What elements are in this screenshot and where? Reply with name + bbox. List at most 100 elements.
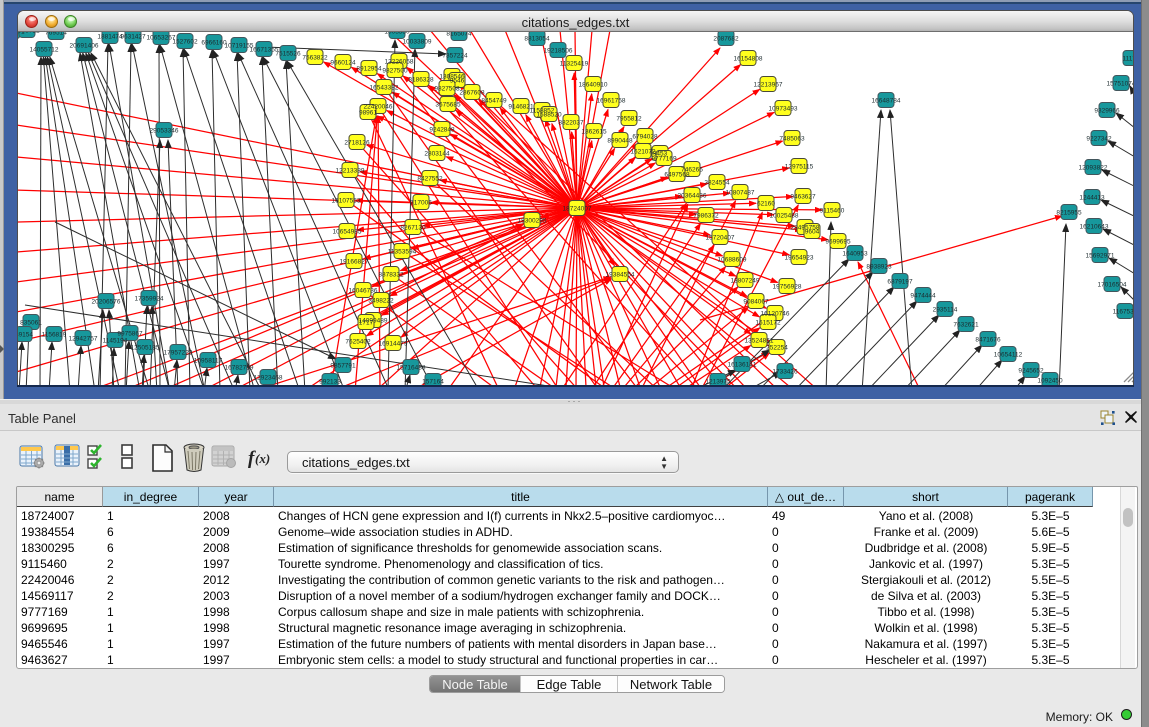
- svg-text:14055712: 14055712: [30, 47, 59, 54]
- svg-text:9242848: 9242848: [429, 127, 455, 134]
- svg-text:13524861: 13524861: [745, 338, 774, 345]
- svg-text:1003380: 1003380: [384, 32, 410, 36]
- svg-text:7563822: 7563822: [302, 55, 328, 62]
- svg-text:10807487: 10807487: [726, 190, 755, 197]
- svg-text:9827500: 9827500: [382, 68, 408, 75]
- svg-text:252254: 252254: [766, 345, 788, 352]
- svg-text:8912954: 8912954: [356, 66, 382, 73]
- svg-text:19166827: 19166827: [340, 259, 369, 266]
- svg-text:1167533: 1167533: [1113, 309, 1133, 316]
- svg-text:9604: 9604: [805, 229, 820, 236]
- svg-text:10654985: 10654985: [333, 229, 362, 236]
- svg-text:3498222: 3498222: [368, 298, 394, 305]
- svg-text:1527602: 1527602: [172, 39, 198, 46]
- svg-text:16648784: 16648784: [872, 98, 901, 105]
- svg-text:835061: 835061: [20, 320, 42, 327]
- svg-text:1733426: 1733426: [772, 369, 798, 376]
- svg-text:9329966: 9329966: [1094, 108, 1120, 115]
- svg-text:(x): (x): [255, 451, 270, 466]
- svg-text:9227342: 9227342: [1086, 136, 1112, 143]
- svg-text:8990448: 8990448: [607, 138, 633, 145]
- svg-text:12942757: 12942757: [69, 336, 98, 343]
- svg-text:20364436: 20364436: [678, 193, 707, 200]
- svg-text:2867608: 2867608: [459, 90, 485, 97]
- svg-text:16154808: 16154808: [734, 56, 763, 63]
- svg-text:16210643: 16210643: [1080, 224, 1109, 231]
- svg-text:17016504: 17016504: [1098, 282, 1127, 289]
- svg-text:9777169: 9777169: [651, 156, 677, 163]
- svg-text:16107553: 16107553: [332, 198, 361, 205]
- svg-text:2055712: 2055712: [18, 32, 40, 35]
- svg-text:11325419: 11325419: [560, 61, 589, 68]
- svg-text:12975115: 12975115: [785, 164, 814, 171]
- svg-text:17359924: 17359924: [135, 296, 164, 303]
- svg-text:16961758: 16961758: [597, 98, 626, 105]
- svg-text:9827508: 9827508: [434, 86, 460, 93]
- svg-text:9660124: 9660124: [330, 60, 356, 67]
- svg-text:7485063: 7485063: [779, 136, 805, 143]
- svg-text:1615172: 1615172: [755, 320, 781, 327]
- svg-text:19218506: 19218506: [544, 48, 573, 55]
- svg-text:17957223: 17957223: [164, 350, 193, 357]
- svg-text:9546: 9546: [450, 78, 465, 85]
- svg-text:6966160: 6966160: [201, 40, 227, 47]
- svg-text:3824554: 3824554: [704, 180, 730, 187]
- svg-text:12093822: 12093822: [1079, 165, 1108, 172]
- svg-text:10654112: 10654112: [994, 352, 1023, 359]
- svg-text:8454749: 8454749: [481, 98, 507, 105]
- svg-text:9857791: 9857791: [330, 363, 356, 370]
- svg-text:16914479: 16914479: [379, 341, 408, 348]
- svg-text:7515526: 7515526: [275, 51, 301, 58]
- svg-text:7955812: 7955812: [616, 116, 642, 123]
- svg-text:9699695: 9699695: [825, 239, 851, 246]
- svg-text:16782759: 16782759: [225, 365, 254, 372]
- svg-text:1588520: 1588520: [536, 112, 562, 119]
- svg-text:16136141: 16136141: [728, 362, 757, 369]
- svg-text:10688609: 10688609: [718, 257, 747, 264]
- svg-text:19384554: 19384554: [606, 272, 635, 279]
- svg-text:2803144: 2803144: [424, 151, 450, 158]
- svg-text:12923468: 12923468: [254, 375, 283, 382]
- svg-text:8813054: 8813054: [524, 36, 550, 43]
- svg-text:8427552: 8427552: [417, 176, 443, 183]
- svg-text:9245652: 9245652: [1018, 368, 1044, 375]
- svg-text:12213389: 12213389: [336, 168, 365, 175]
- svg-text:16046736: 16046736: [349, 288, 378, 295]
- svg-text:6794028: 6794028: [632, 134, 658, 141]
- svg-text:9115460: 9115460: [820, 208, 845, 215]
- svg-text:8267130: 8267130: [400, 225, 426, 232]
- svg-text:20206576: 20206576: [92, 299, 121, 306]
- svg-text:29053346: 29053346: [150, 128, 179, 135]
- svg-text:2087682: 2087682: [713, 36, 739, 43]
- svg-text:39154: 39154: [18, 332, 33, 339]
- svg-text:1881474: 1881474: [97, 34, 123, 41]
- svg-text:15692971: 15692971: [1086, 253, 1115, 260]
- svg-text:10973493: 10973493: [769, 106, 798, 113]
- svg-text:1145194: 1145194: [103, 338, 128, 345]
- svg-text:18640910: 18640910: [579, 82, 608, 89]
- svg-text:15720407: 15720407: [706, 235, 735, 242]
- svg-text:8471676: 8471676: [975, 337, 1001, 344]
- svg-text:769514: 769514: [45, 32, 67, 37]
- svg-text:9474444: 9474444: [910, 293, 936, 300]
- svg-text:10025488: 10025488: [770, 213, 799, 220]
- svg-text:8938923: 8938923: [866, 264, 892, 271]
- svg-text:10033809: 10033809: [403, 39, 432, 46]
- svg-text:18300295: 18300295: [518, 218, 547, 225]
- svg-text:98961: 98961: [359, 110, 377, 117]
- svg-text:1717: 1717: [359, 320, 374, 327]
- svg-text:11172: 11172: [1122, 56, 1133, 63]
- svg-text:1156819: 1156819: [42, 332, 67, 339]
- svg-text:16543382: 16543382: [370, 85, 399, 92]
- svg-text:9975867: 9975867: [117, 331, 143, 338]
- svg-text:1640953: 1640953: [842, 251, 868, 258]
- svg-text:13226058: 13226058: [385, 59, 414, 66]
- svg-text:9463627: 9463627: [790, 194, 816, 201]
- svg-text:9084067: 9084067: [743, 299, 769, 306]
- svg-text:3675685: 3675685: [435, 102, 461, 109]
- svg-text:11353594: 11353594: [388, 249, 417, 256]
- svg-text:8215955: 8215955: [1056, 210, 1082, 217]
- svg-text:7632621: 7632621: [953, 322, 979, 329]
- svg-text:8878332: 8878332: [378, 272, 404, 279]
- svg-text:7986372: 7986372: [693, 213, 719, 220]
